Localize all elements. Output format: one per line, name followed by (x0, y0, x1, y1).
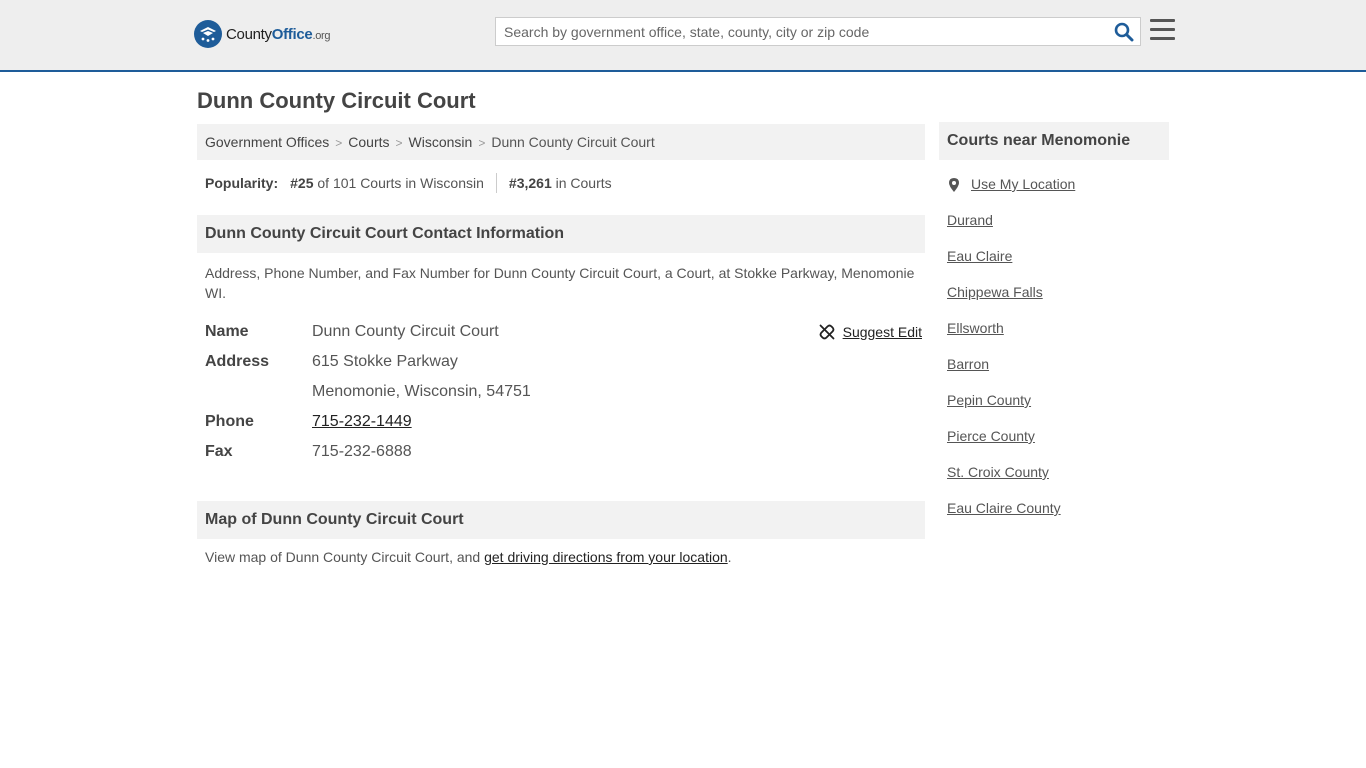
contact-section: Dunn County Circuit Court Contact Inform… (197, 215, 925, 467)
breadcrumb-current: Dunn County Circuit Court (491, 134, 655, 150)
breadcrumb-government-offices[interactable]: Government Offices (205, 134, 329, 150)
hamburger-menu-icon[interactable] (1150, 19, 1175, 41)
site-logo[interactable]: CountyOffice.org (194, 20, 331, 48)
national-rank-text: in Courts (555, 175, 612, 191)
sidebar-header: Courts near Menomonie (939, 122, 1169, 160)
popularity-label: Popularity: (205, 175, 279, 191)
sidebar-link[interactable]: Chippewa Falls (947, 284, 1043, 300)
breadcrumb-separator: > (335, 136, 343, 150)
sidebar-link[interactable]: Barron (947, 356, 989, 372)
search-icon[interactable] (1114, 22, 1134, 42)
breadcrumb-separator: > (395, 136, 403, 150)
phone-row: Phone 715-232-1449 (197, 407, 925, 437)
suggest-edit-link[interactable]: Suggest Edit (843, 324, 922, 340)
address-line2: Menomonie, Wisconsin, 54751 (312, 383, 531, 400)
sidebar-item-pierce-county[interactable]: Pierce County (947, 428, 1169, 464)
sidebar-link[interactable]: Pepin County (947, 392, 1031, 408)
main-content: Government Offices > Courts > Wisconsin > Dunn… (197, 124, 925, 575)
sidebar: Courts near Menomonie Use My Location Du… (939, 122, 1169, 536)
sidebar-item-pepin-county[interactable]: Pepin County (947, 392, 1169, 428)
logo-text-county: County (226, 25, 272, 43)
map-marker-icon (949, 178, 959, 192)
name-row: Name Dunn County Circuit Court (197, 317, 925, 347)
breadcrumb-separator: > (478, 136, 486, 150)
address-line1: 615 Stokke Parkway (312, 353, 458, 370)
sidebar-link[interactable]: Durand (947, 212, 993, 228)
national-rank: #3,261 (508, 175, 552, 191)
logo-badge-icon (194, 20, 222, 48)
sidebar-item-eau-claire-county[interactable]: Eau Claire County (947, 500, 1169, 536)
contact-description: Address, Phone Number, and Fax Number fo… (205, 265, 915, 301)
popularity-stats: Popularity: #25 of 101 Courts in Wiscons… (197, 173, 925, 193)
fax-label: Fax (205, 443, 233, 460)
address-row-2: Menomonie, Wisconsin, 54751 (197, 377, 925, 407)
sidebar-item-barron[interactable]: Barron (947, 356, 1169, 392)
breadcrumb-wisconsin[interactable]: Wisconsin (409, 134, 473, 150)
map-desc-suffix: . (727, 549, 732, 565)
sidebar-item-eau-claire[interactable]: Eau Claire (947, 248, 1169, 284)
state-rank-text: of 101 Courts in Wisconsin (317, 175, 484, 191)
sidebar-link[interactable]: Eau Claire (947, 248, 1012, 264)
search-input[interactable] (496, 18, 1096, 45)
breadcrumb: Government Offices > Courts > Wisconsin > Dunn… (197, 124, 925, 160)
fax-value: 715-232-6888 (312, 443, 412, 460)
logo-text: CountyOffice.org (226, 25, 331, 43)
sidebar-item-st-croix-county[interactable]: St. Croix County (947, 464, 1169, 500)
breadcrumb-courts[interactable]: Courts (348, 134, 389, 150)
top-bar: CountyOffice.org (0, 0, 1366, 72)
sidebar-link[interactable]: Pierce County (947, 428, 1035, 444)
sidebar-link[interactable]: Eau Claire County (947, 500, 1061, 516)
sidebar-item-durand[interactable]: Durand (947, 212, 1169, 248)
map-description: View map of Dunn County Circuit Court, a… (197, 539, 925, 575)
broken-link-icon (819, 324, 835, 340)
divider (495, 173, 497, 193)
contact-header: Dunn County Circuit Court Contact Inform… (197, 215, 925, 253)
sidebar-link[interactable]: Ellsworth (947, 320, 1004, 336)
sidebar-item-ellsworth[interactable]: Ellsworth (947, 320, 1169, 356)
logo-text-office: Office (271, 25, 313, 43)
map-header: Map of Dunn County Circuit Court (197, 501, 925, 539)
fax-row: Fax 715-232-6888 (197, 437, 925, 467)
sidebar-link[interactable]: St. Croix County (947, 464, 1049, 480)
driving-directions-link[interactable]: get driving directions from your locatio… (484, 549, 728, 565)
name-label: Name (205, 323, 249, 340)
use-my-location-link[interactable]: Use My Location (971, 176, 1075, 192)
phone-link[interactable]: 715-232-1449 (312, 413, 412, 430)
suggest-edit[interactable]: Suggest Edit (819, 324, 922, 340)
search-bar (495, 17, 1141, 46)
phone-label: Phone (205, 413, 254, 430)
contact-info-table: Suggest Edit Name Dunn County Circuit Co… (197, 317, 925, 467)
address-row: Address 615 Stokke Parkway (197, 347, 925, 377)
logo-text-org: .org (312, 29, 331, 42)
page-title: Dunn County Circuit Court (197, 88, 476, 113)
nearby-courts-list: Use My Location Durand Eau Claire Chippe… (939, 176, 1169, 536)
map-desc-prefix: View map of Dunn County Circuit Court, a… (205, 549, 485, 565)
name-value: Dunn County Circuit Court (312, 323, 499, 340)
sidebar-item-chippewa-falls[interactable]: Chippewa Falls (947, 284, 1169, 320)
map-section: Map of Dunn County Circuit Court View ma… (197, 501, 925, 575)
address-label: Address (205, 353, 270, 370)
state-rank: #25 (290, 175, 314, 191)
use-my-location[interactable]: Use My Location (947, 176, 1169, 212)
